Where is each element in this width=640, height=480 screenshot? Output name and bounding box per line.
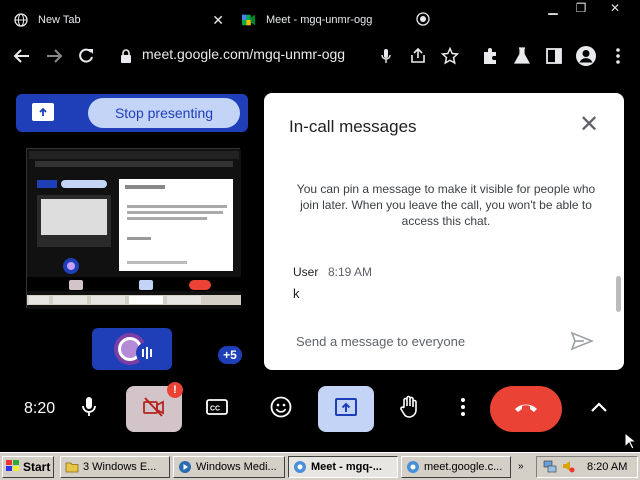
expand-button[interactable] <box>572 386 626 432</box>
folder-icon <box>65 460 79 474</box>
address-bar[interactable]: meet.google.com/mgq-unmr-ogg <box>142 46 345 62</box>
taskbar-button-meet[interactable]: Meet - mgq-... <box>288 456 398 478</box>
taskbar-button-label: meet.google.c... <box>424 461 503 473</box>
chevron-up-icon <box>590 400 608 418</box>
bookmark-star-icon[interactable] <box>438 44 462 68</box>
close-window-icon[interactable]: ✕ <box>604 0 626 16</box>
camera-alert-badge: ! <box>167 382 183 398</box>
meet-logo-icon <box>242 13 256 27</box>
emoji-icon <box>270 396 292 423</box>
participant-tile[interactable] <box>92 328 172 370</box>
chat-panel: In-call messages ✕ You can pin a message… <box>264 93 624 370</box>
captions-button[interactable]: CC <box>190 386 244 432</box>
taskbar-button-label: 3 Windows E... <box>83 461 157 473</box>
taskbar-button-label: Meet - mgq-... <box>311 461 382 473</box>
tab-label: New Tab <box>38 14 81 26</box>
send-icon[interactable] <box>570 331 595 351</box>
taskbar: Start 3 Windows E... Windows Medi... Mee… <box>0 452 640 480</box>
message-time: 8:19 AM <box>328 265 373 279</box>
hang-up-icon <box>513 400 539 419</box>
browser-toolbar: meet.google.com/mgq-unmr-ogg <box>0 36 640 76</box>
captions-icon: CC <box>206 398 228 420</box>
start-button[interactable]: Start <box>2 456 54 478</box>
taskbar-overflow-icon[interactable]: » <box>518 461 524 472</box>
share-icon[interactable] <box>406 44 430 68</box>
hang-up-button[interactable] <box>490 386 562 432</box>
presenting-bar: Stop presenting <box>16 94 248 132</box>
mic-button[interactable] <box>62 386 116 432</box>
clock[interactable]: 8:20 AM <box>587 461 627 473</box>
presentation-preview[interactable] <box>26 148 241 309</box>
profile-avatar-icon[interactable] <box>574 44 598 68</box>
camera-off-icon <box>142 396 166 423</box>
back-icon[interactable] <box>10 44 34 68</box>
svg-text:CC: CC <box>210 405 220 412</box>
taskbar-button-explorer[interactable]: 3 Windows E... <box>60 456 170 478</box>
raise-hand-icon <box>398 395 420 424</box>
system-tray: 8:20 AM <box>536 456 638 478</box>
network-icon[interactable] <box>543 459 557 476</box>
taskbar-button-meet-url[interactable]: meet.google.c... <box>401 456 511 478</box>
more-options-button[interactable] <box>436 386 490 432</box>
tab-meet[interactable]: Meet - mgq-unmr-ogg <box>242 6 434 34</box>
mic-icon <box>81 396 97 423</box>
more-participants-badge[interactable]: +5 <box>218 346 242 364</box>
restore-icon[interactable]: ❐ <box>570 0 592 16</box>
chrome-icon <box>293 460 307 474</box>
close-tab-icon[interactable]: ✕ <box>212 12 224 29</box>
chat-scrollbar[interactable] <box>616 276 621 312</box>
stop-presenting-button[interactable]: Stop presenting <box>88 98 240 128</box>
labs-flask-icon[interactable] <box>510 44 534 68</box>
present-button[interactable] <box>318 386 374 432</box>
more-options-icon <box>460 397 466 422</box>
message-sender: User <box>293 265 319 279</box>
present-screen-icon <box>32 103 54 121</box>
raise-hand-button[interactable] <box>382 386 436 432</box>
lock-icon[interactable] <box>114 44 138 68</box>
recording-icon[interactable] <box>416 12 430 29</box>
chrome-icon <box>406 460 420 474</box>
tab-label: Meet - mgq-unmr-ogg <box>266 14 373 26</box>
minimize-icon[interactable]: ▁ <box>542 0 564 16</box>
meet-main: Stop presenting +5 In-call messages ✕ Yo… <box>0 76 640 452</box>
reload-icon[interactable] <box>74 44 98 68</box>
tab-strip: New Tab ✕ Meet - mgq-unmr-ogg ▁ ❐ ✕ <box>0 0 640 36</box>
chat-message-input[interactable]: Send a message to everyone <box>296 334 465 349</box>
start-label: Start <box>23 460 51 474</box>
present-icon <box>334 397 358 422</box>
menu-dots-icon[interactable] <box>606 44 630 68</box>
side-panel-icon[interactable] <box>542 44 566 68</box>
tab-new-tab[interactable]: New Tab ✕ <box>14 6 230 34</box>
taskbar-button-label: Windows Medi... <box>196 461 277 473</box>
message-text: k <box>293 286 300 301</box>
globe-icon <box>14 13 28 27</box>
windows-logo-icon <box>6 459 20 475</box>
mic-indicator-icon[interactable] <box>374 44 398 68</box>
forward-icon[interactable] <box>42 44 66 68</box>
emoji-button[interactable] <box>254 386 308 432</box>
close-icon[interactable]: ✕ <box>579 113 599 137</box>
volume-icon[interactable] <box>561 459 575 476</box>
taskbar-button-media[interactable]: Windows Medi... <box>173 456 285 478</box>
chat-title: In-call messages <box>289 117 417 136</box>
chat-info-text: You can pin a message to make it visible… <box>296 182 596 228</box>
extensions-icon[interactable] <box>478 44 502 68</box>
media-player-icon <box>178 460 192 474</box>
meeting-clock: 8:20 <box>24 400 56 417</box>
